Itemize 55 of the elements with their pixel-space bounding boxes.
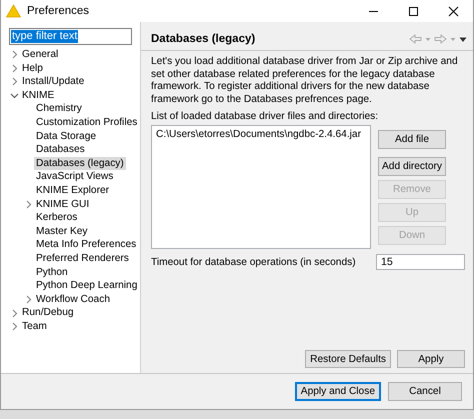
- tree-item[interactable]: Databases: [34, 143, 87, 157]
- window-title: Preferences: [27, 5, 90, 17]
- close-icon[interactable]: [448, 6, 458, 16]
- timeout-label: Timeout for database operations (in seconds): [151, 256, 356, 268]
- chevron-right-icon[interactable]: [10, 322, 19, 332]
- back-arrow-icon[interactable]: [409, 34, 422, 44]
- list-label: List of loaded database driver files and directories:: [151, 110, 380, 124]
- tree-item[interactable]: Meta Info Preferences: [34, 238, 138, 252]
- dialog-button[interactable]: Apply and Close: [294, 382, 381, 401]
- dropdown-icon[interactable]: [450, 36, 456, 42]
- tree-item[interactable]: Master Key: [34, 224, 90, 238]
- chevron-right-icon[interactable]: [24, 200, 33, 209]
- page-button[interactable]: Restore Defaults: [305, 350, 391, 368]
- tree-item[interactable]: Customization Profiles: [34, 116, 140, 130]
- page-button[interactable]: Apply: [397, 350, 465, 368]
- chevron-right-icon[interactable]: [10, 64, 19, 73]
- maximize-icon[interactable]: [408, 6, 418, 16]
- tree-item[interactable]: KNIME Explorer: [34, 184, 112, 198]
- page-title: Databases (legacy): [151, 33, 256, 45]
- tree-item[interactable]: KNIME GUI: [34, 198, 92, 212]
- warning-icon: [6, 4, 21, 18]
- tree-item[interactable]: Run/Debug: [20, 306, 76, 320]
- filter-field[interactable]: type filter text: [9, 28, 132, 45]
- list-item[interactable]: C:\Users\etorres\Documents\ngdbc-2.4.64.jar: [156, 128, 366, 142]
- dialog-button[interactable]: Cancel: [388, 382, 462, 401]
- tree-item[interactable]: Python: [34, 266, 70, 280]
- chevron-right-icon[interactable]: [10, 50, 19, 60]
- tree-item[interactable]: Install/Update: [20, 75, 86, 89]
- file-list[interactable]: C:\Users\etorres\Documents\ngdbc-2.4.64.jar: [151, 125, 371, 250]
- tree-item[interactable]: Team: [20, 320, 49, 334]
- tree-item[interactable]: Databases (legacy): [34, 156, 126, 170]
- timeout-field[interactable]: 15: [376, 254, 465, 270]
- tree-item[interactable]: JavaScript Views: [34, 170, 116, 184]
- tree-item[interactable]: Kerberos: [34, 211, 80, 225]
- tree-item[interactable]: Preferred Renderers: [34, 252, 131, 266]
- dropdown-icon[interactable]: [425, 36, 431, 42]
- list-button: Up: [378, 203, 446, 222]
- chevron-right-icon[interactable]: [24, 294, 33, 304]
- list-button[interactable]: Add file: [378, 130, 446, 150]
- chevron-down-icon[interactable]: [10, 91, 19, 100]
- description-text: Let's you load additional database driver from Jar or Zip archive and set other database related preferences for the legacy database framework. To register additional drivers for the new database framework go to the Databases prefrences page.: [151, 56, 459, 106]
- list-button: Remove: [378, 180, 446, 200]
- menu-icon[interactable]: [459, 36, 467, 42]
- forward-arrow-icon[interactable]: [434, 34, 447, 44]
- tree-item[interactable]: Python Deep Learning: [34, 279, 140, 293]
- list-button: Down: [378, 226, 446, 246]
- tree-item[interactable]: KNIME: [20, 88, 56, 102]
- list-button[interactable]: Add directory: [378, 157, 446, 176]
- tree-item[interactable]: Workflow Coach: [34, 292, 112, 306]
- chevron-right-icon[interactable]: [10, 308, 19, 318]
- tree-item[interactable]: Data Storage: [34, 130, 98, 144]
- tree-item[interactable]: Help: [20, 62, 45, 76]
- tree-item[interactable]: General: [20, 48, 60, 62]
- chevron-right-icon[interactable]: [10, 77, 19, 86]
- tree-item[interactable]: Chemistry: [34, 102, 84, 116]
